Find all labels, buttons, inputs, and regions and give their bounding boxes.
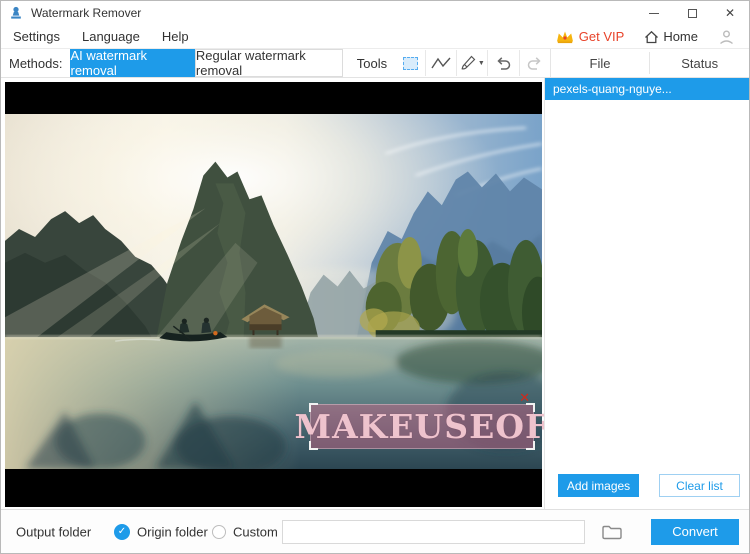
account-button[interactable] (718, 29, 735, 45)
file-list-row[interactable]: pexels-quang-nguye... (545, 78, 749, 100)
content-area: MAKEUSEOF ✕ pexels-quang-nguye... Add im… (1, 78, 749, 509)
menu-help[interactable]: Help (162, 29, 189, 44)
origin-folder-option-label[interactable]: Origin folder (137, 524, 208, 539)
tab-ai-watermark-removal[interactable]: AI watermark removal (70, 49, 194, 77)
selection-corner-handle[interactable] (526, 441, 535, 450)
close-button[interactable]: ✕ (711, 1, 749, 25)
get-vip-label: Get VIP (579, 29, 625, 44)
menubar-right: Get VIP Home (556, 29, 739, 45)
origin-folder-radio[interactable]: ✓ (114, 524, 130, 540)
get-vip-button[interactable]: Get VIP (556, 29, 625, 44)
home-label: Home (663, 29, 698, 44)
convert-button[interactable]: Convert (651, 519, 739, 545)
watermark-text: MAKEUSEOF (295, 410, 550, 443)
add-images-button[interactable]: Add images (558, 474, 639, 497)
selection-corner-handle[interactable] (309, 441, 318, 450)
file-name: pexels-quang-nguye... (553, 82, 672, 96)
home-button[interactable]: Home (644, 29, 698, 44)
watermark-selection-box[interactable]: MAKEUSEOF ✕ (310, 404, 534, 449)
chevron-down-icon: ▼ (478, 60, 485, 67)
column-header-status[interactable]: Status (650, 49, 749, 77)
tab-regular-watermark-removal[interactable]: Regular watermark removal (195, 49, 343, 77)
column-header-file[interactable]: File (551, 49, 650, 77)
methods-label: Methods: (1, 49, 70, 77)
bottom-bar: Output folder ✓ Origin folder Custom Con… (1, 509, 749, 553)
selection-delete-icon[interactable]: ✕ (519, 391, 530, 404)
window-controls: ✕ (635, 1, 749, 25)
app-stamp-icon (9, 6, 23, 20)
undo-icon (495, 56, 512, 70)
crown-icon (556, 30, 574, 44)
output-folder-label: Output folder (16, 524, 91, 539)
menu-language[interactable]: Language (82, 29, 140, 44)
menu-settings[interactable]: Settings (13, 29, 60, 44)
marquee-selection-icon (403, 57, 418, 70)
polyline-tool-button[interactable] (426, 49, 456, 77)
file-list-header: File Status (550, 49, 749, 77)
brush-tool-button[interactable]: ▼ (457, 49, 487, 77)
minimize-button[interactable] (635, 1, 673, 25)
file-list-panel: pexels-quang-nguye... Add images Clear l… (544, 78, 749, 509)
custom-path-input[interactable] (282, 520, 585, 544)
maximize-icon (688, 9, 697, 18)
undo-button[interactable] (488, 49, 518, 77)
check-icon: ✓ (118, 526, 126, 537)
clear-list-button[interactable]: Clear list (659, 474, 740, 497)
toolbar: Methods: AI watermark removal Regular wa… (1, 49, 749, 78)
selection-corner-handle[interactable] (309, 403, 318, 412)
close-icon: ✕ (725, 7, 735, 19)
image-canvas[interactable]: MAKEUSEOF ✕ (5, 82, 542, 507)
redo-icon (526, 56, 543, 70)
maximize-button[interactable] (673, 1, 711, 25)
titlebar: Watermark Remover ✕ (1, 1, 749, 25)
polyline-icon (431, 56, 451, 70)
custom-folder-radio[interactable] (212, 525, 226, 539)
person-icon (718, 29, 735, 45)
minimize-icon (649, 13, 659, 14)
folder-icon (601, 523, 623, 540)
tools-label: Tools (357, 49, 387, 77)
brush-icon (460, 55, 476, 71)
window-title: Watermark Remover (31, 6, 141, 20)
custom-option-label[interactable]: Custom (233, 524, 278, 539)
browse-folder-button[interactable] (601, 523, 623, 540)
app-window: Watermark Remover ✕ Settings Language He… (0, 0, 750, 554)
marquee-select-tool-button[interactable] (395, 49, 425, 77)
menubar: Settings Language Help Get VIP Home (1, 25, 749, 49)
house-icon (644, 30, 659, 44)
redo-button[interactable] (520, 49, 550, 77)
file-panel-actions: Add images Clear list (545, 474, 749, 497)
